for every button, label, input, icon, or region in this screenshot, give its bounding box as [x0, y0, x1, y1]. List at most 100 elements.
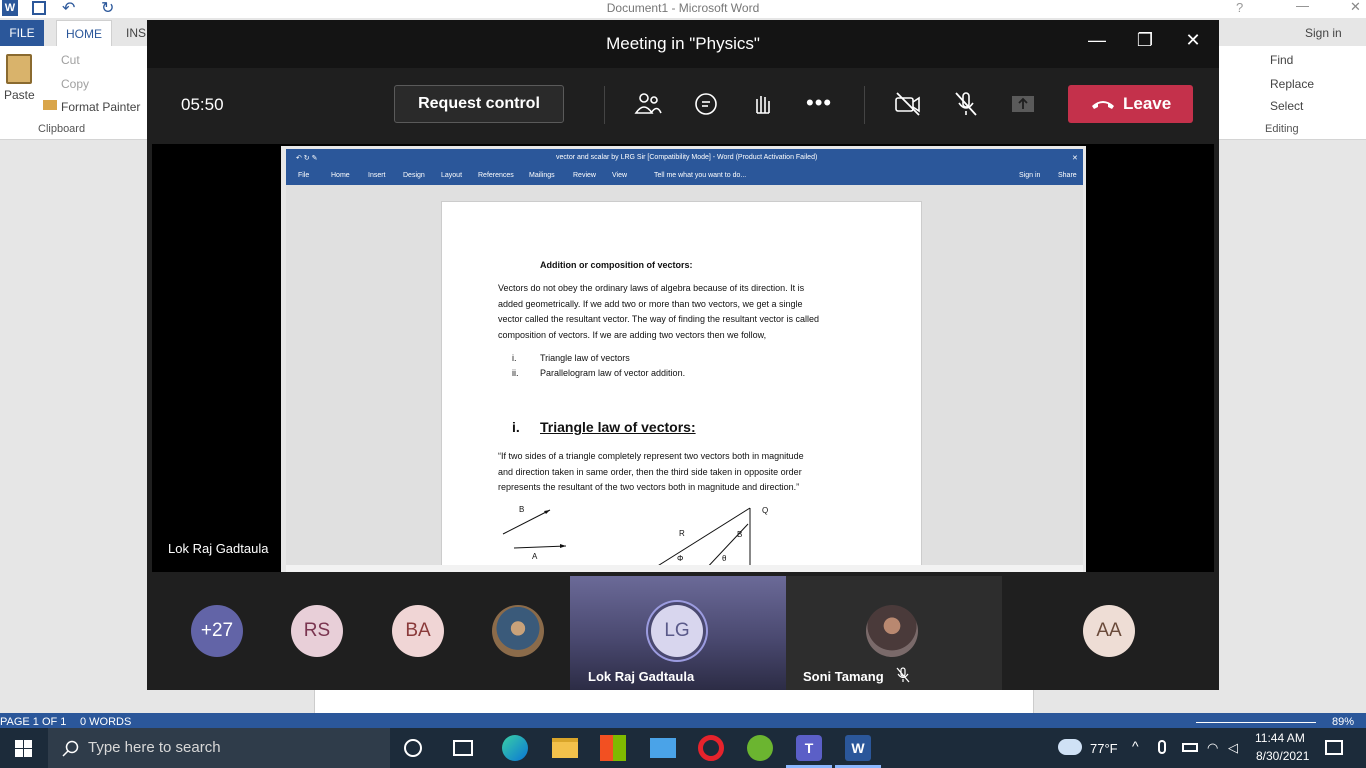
- mic-off-icon[interactable]: [951, 89, 981, 119]
- zoom-level[interactable]: 89%: [1332, 716, 1354, 728]
- shared-word-title-bar: ↶ ↻ ✎ vector and scalar by LRG Sir [Comp…: [286, 149, 1083, 167]
- camera-off-icon[interactable]: [893, 89, 923, 119]
- more-options-icon[interactable]: •••: [806, 90, 836, 120]
- shared-document-area: Addition or composition of vectors: Vect…: [286, 185, 1083, 572]
- participant-gallery: +27 RS BA LG Lok Raj Gadtaula Soni Taman…: [147, 572, 1219, 690]
- active-speaker-avatar: LG: [651, 605, 703, 657]
- windows-start-icon[interactable]: [15, 740, 32, 757]
- sign-in-link[interactable]: Sign in: [1305, 26, 1342, 40]
- minimize-icon[interactable]: —: [1296, 0, 1309, 13]
- opera-icon[interactable]: [698, 735, 724, 761]
- shared-section-title: Triangle law of vectors:: [540, 419, 696, 435]
- active-speaker-tile[interactable]: LG Lok Raj Gadtaula: [570, 576, 786, 690]
- shared-list-text: Parallelogram law of vector addition.: [540, 368, 686, 378]
- participants-icon[interactable]: [633, 89, 663, 119]
- presenter-name-label: Lok Raj Gadtaula: [168, 541, 269, 556]
- shared-list-num: ii.: [512, 368, 519, 378]
- battery-icon[interactable]: [1182, 743, 1198, 752]
- windows-taskbar: Type here to search T W 77°F ^ ◠ ◁ 11:44…: [0, 728, 1366, 768]
- shared-tab: Layout: [441, 172, 463, 179]
- clipboard-group-label: Clipboard: [38, 123, 86, 135]
- shared-tab: Insert: [368, 172, 386, 179]
- participant-avatar[interactable]: BA: [392, 605, 444, 657]
- word-title-bar: W ↶ ↻ Document1 - Microsoft Word ? — ✕: [0, 0, 1366, 18]
- participant-tile[interactable]: Soni Tamang: [786, 576, 1002, 690]
- clock-time[interactable]: 11:44 AM: [1255, 731, 1305, 745]
- shared-close-icon: ✕: [1072, 155, 1078, 162]
- close-icon[interactable]: ✕: [1179, 30, 1207, 51]
- select-button[interactable]: Select: [1270, 99, 1303, 113]
- clock-date[interactable]: 8/30/2021: [1256, 749, 1309, 763]
- shared-list-text: Triangle law of vectors: [540, 353, 630, 363]
- edge-icon[interactable]: [502, 735, 528, 761]
- file-explorer-icon[interactable]: [552, 738, 578, 758]
- diagram-label-b: B: [519, 505, 525, 514]
- chevron-up-icon[interactable]: ^: [1132, 738, 1139, 754]
- chat-icon[interactable]: [691, 89, 721, 119]
- shared-tab: View: [612, 172, 628, 179]
- format-painter-button[interactable]: Format Painter: [61, 100, 140, 114]
- participant-avatar[interactable]: AA: [1083, 605, 1135, 657]
- task-view-icon[interactable]: [453, 740, 473, 756]
- cortana-icon[interactable]: [404, 739, 422, 757]
- mail-icon[interactable]: [650, 738, 676, 758]
- shared-para-line: Vectors do not obey the ordinary laws of…: [498, 283, 805, 293]
- tab-file[interactable]: FILE: [0, 20, 44, 46]
- mic-muted-icon: [896, 667, 910, 683]
- vector-diagram: [502, 507, 751, 572]
- page-count[interactable]: PAGE 1 OF 1: [0, 716, 66, 728]
- store-icon[interactable]: [600, 735, 626, 761]
- shared-para-line: added geometrically. If we add two or mo…: [498, 299, 803, 309]
- participant-avatar[interactable]: RS: [291, 605, 343, 657]
- utorrent-icon[interactable]: [747, 735, 773, 761]
- raise-hand-icon[interactable]: [748, 89, 778, 119]
- shared-ribbon-tabs: File Home Insert Design Layout Reference…: [286, 167, 1083, 185]
- shared-document-page: Addition or composition of vectors: Vect…: [441, 201, 922, 572]
- participant-photo-avatar[interactable]: [492, 605, 544, 657]
- cut-button[interactable]: Cut: [61, 53, 80, 67]
- microphone-icon[interactable]: [1158, 740, 1166, 754]
- find-button[interactable]: Find: [1270, 53, 1293, 67]
- help-icon[interactable]: ?: [1236, 0, 1243, 15]
- document-page[interactable]: [314, 690, 1034, 713]
- share-screen-icon[interactable]: [1008, 89, 1038, 119]
- maximize-icon[interactable]: ❐: [1131, 30, 1159, 51]
- shared-tab: Home: [331, 172, 350, 179]
- word-window-title: Document1 - Microsoft Word: [606, 1, 760, 15]
- close-icon[interactable]: ✕: [1350, 0, 1361, 15]
- tab-home[interactable]: HOME: [56, 20, 112, 46]
- leave-button[interactable]: Leave: [1068, 85, 1193, 123]
- wifi-icon[interactable]: ◠: [1207, 740, 1218, 756]
- replace-button[interactable]: Replace: [1270, 77, 1314, 91]
- weather-icon[interactable]: [1058, 739, 1082, 755]
- shared-para-line: “If two sides of a triangle completely r…: [498, 451, 804, 461]
- weather-temp[interactable]: 77°F: [1090, 741, 1118, 756]
- meeting-title-bar: Meeting in "Physics" — ❐ ✕: [147, 20, 1219, 68]
- shared-tab: File: [298, 172, 310, 179]
- teams-icon[interactable]: T: [796, 735, 822, 761]
- divider: [604, 86, 605, 124]
- shared-status-bar: [286, 565, 1083, 572]
- divider: [864, 86, 865, 124]
- format-painter-icon[interactable]: [43, 100, 57, 110]
- shared-heading: Addition or composition of vectors:: [540, 260, 693, 270]
- copy-button[interactable]: Copy: [61, 77, 89, 91]
- notification-icon[interactable]: [1325, 740, 1343, 755]
- word-count[interactable]: 0 WORDS: [80, 716, 131, 728]
- paste-button[interactable]: Paste: [4, 88, 35, 102]
- minimize-icon[interactable]: —: [1083, 30, 1111, 51]
- ribbon-tabs: FILE HOME INS: [0, 20, 160, 46]
- shared-para-line: composition of vectors. If we are adding…: [498, 330, 767, 340]
- word-icon[interactable]: W: [845, 735, 871, 761]
- zoom-slider[interactable]: [1196, 722, 1316, 723]
- shared-tab: Mailings: [529, 172, 555, 179]
- shared-para-line: and direction taken in same order, then …: [498, 467, 802, 477]
- paste-icon[interactable]: [6, 54, 32, 84]
- taskbar-search-box[interactable]: Type here to search: [48, 728, 390, 768]
- volume-icon[interactable]: ◁: [1228, 740, 1238, 756]
- shared-para-line: represents the resultant of the two vect…: [498, 482, 800, 492]
- tab-insert[interactable]: INS: [126, 20, 146, 46]
- overflow-participants-avatar[interactable]: +27: [191, 605, 243, 657]
- request-control-button[interactable]: Request control: [394, 85, 564, 123]
- diagram-label-b2: B: [737, 530, 743, 539]
